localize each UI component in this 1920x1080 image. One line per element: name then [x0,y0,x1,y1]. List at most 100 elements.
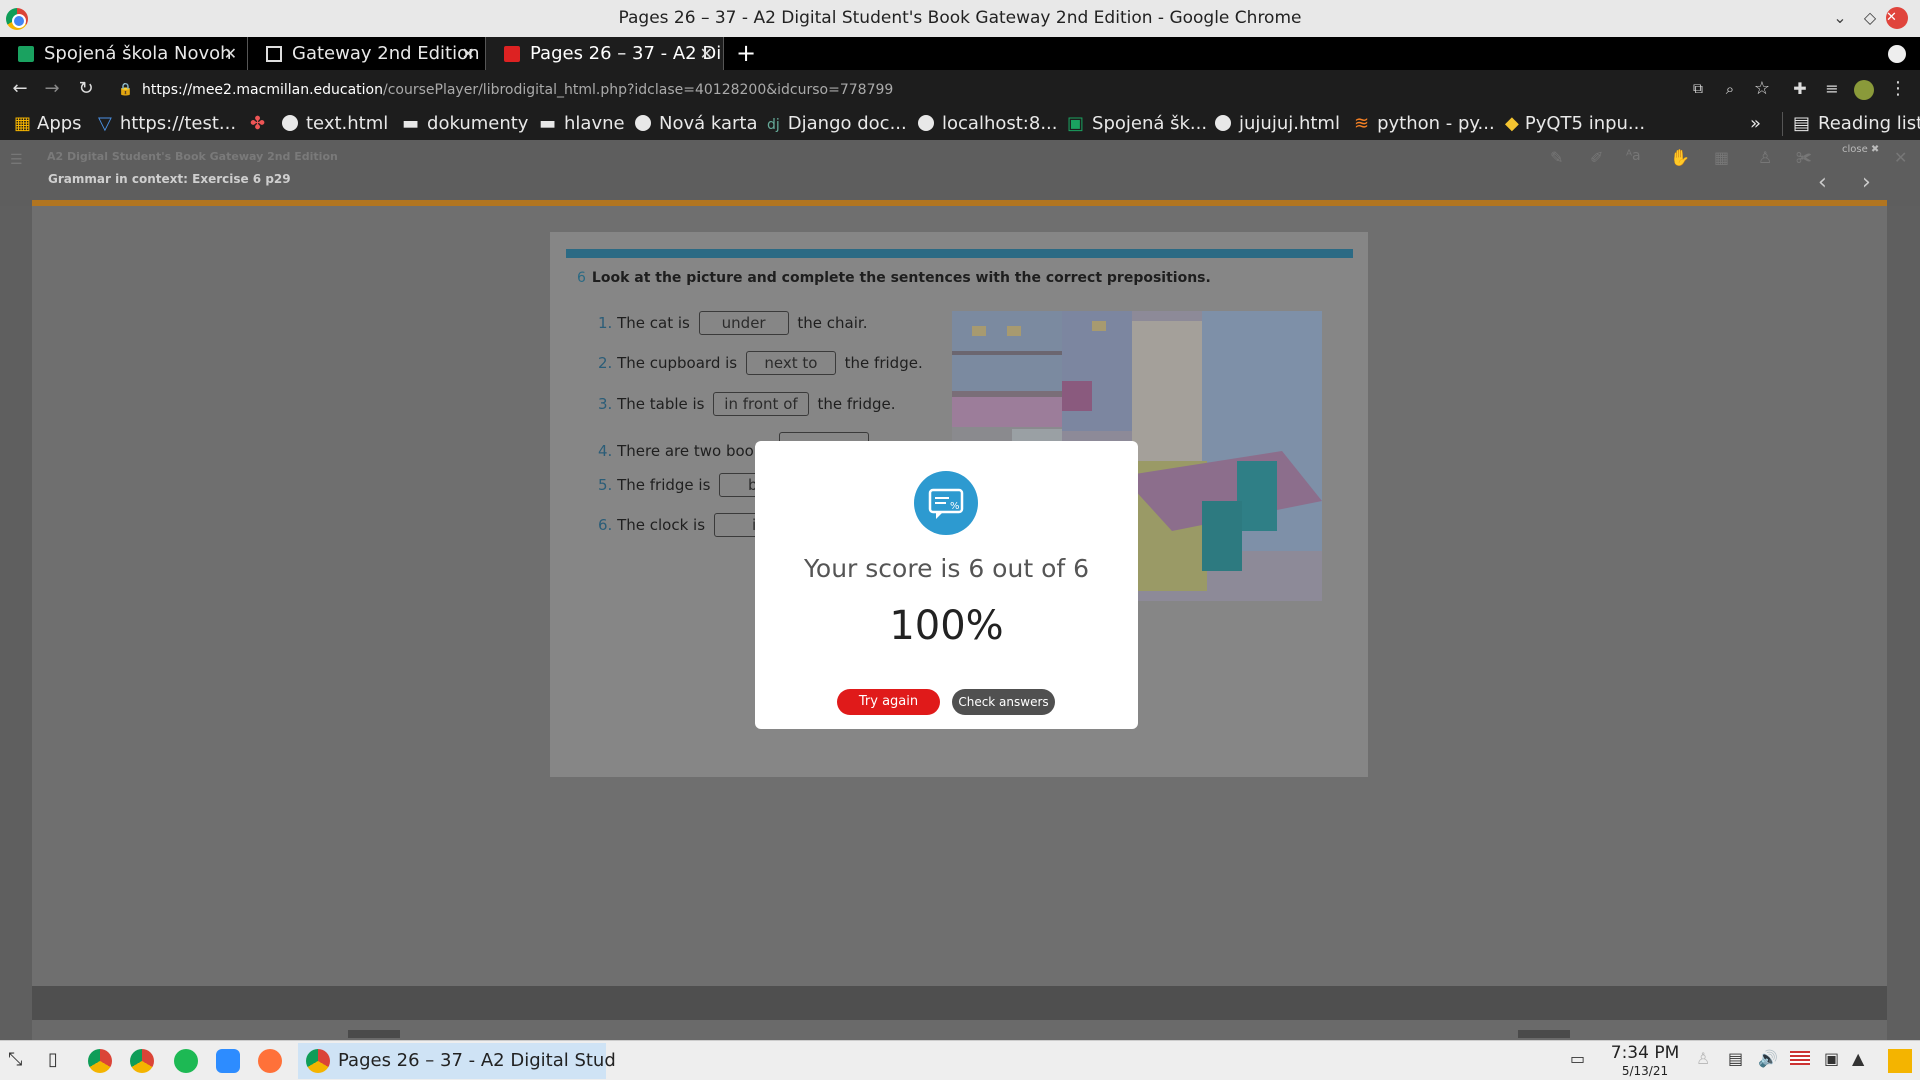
volume-icon[interactable]: 🔊 [1758,1049,1778,1068]
show-desktop-icon[interactable]: ▭ [1570,1049,1585,1068]
exercise-title: Grammar in context: Exercise 6 p29 [48,172,291,186]
network-icon[interactable]: ▣ [1824,1049,1839,1068]
scrollbar-thumb-right[interactable] [1518,1030,1570,1038]
try-again-button[interactable]: Try again [837,689,940,715]
clipboard-icon[interactable]: ▤ [1728,1049,1743,1068]
globe-icon [918,115,934,131]
bookmark-text-html[interactable]: text.html [282,112,388,136]
files-icon[interactable]: ▯ [48,1049,58,1070]
bookmark-jujujuj[interactable]: jujujuj.html [1215,112,1340,136]
gateway-favicon-icon [266,46,282,62]
launcher-icon[interactable]: ⤡ [8,1049,22,1070]
bookmark-arrow-icon: ▽ [98,113,112,134]
close-tab-icon[interactable]: ✕ [700,37,713,70]
chrome-taskbar-icon[interactable] [88,1049,112,1073]
forward-icon[interactable]: → [40,77,64,101]
back-icon[interactable]: ← [8,77,32,101]
profile-avatar[interactable] [1854,80,1874,100]
horizontal-scrollbar[interactable] [32,1020,1887,1040]
reading-queue-icon[interactable]: ≡ [1820,77,1844,101]
answer-field[interactable]: next to [745,351,836,375]
pen-icon[interactable]: ✎ [1550,148,1563,167]
grid-icon[interactable]: ▦ [1714,148,1729,167]
bookmark-pyqt5[interactable]: ◆ PyQT5 inpu... [1505,112,1645,136]
zoom-app-icon[interactable] [216,1049,240,1073]
exercise-item: 3. The table is in front of the fridge. [598,392,895,416]
bookmark-test[interactable]: ▽ https://test... [98,112,236,136]
answer-field[interactable]: under [698,311,789,335]
check-answers-button[interactable]: Check answers [952,689,1055,715]
text-tool-icon[interactable]: ᴬa [1626,148,1641,164]
firefox-icon[interactable] [258,1049,282,1073]
taskbar-active-window[interactable]: Pages 26 – 37 - A2 Digital Stud [298,1043,616,1079]
hand-icon[interactable]: ✋ [1670,148,1690,167]
user-icon[interactable]: ♙ [1696,1049,1710,1068]
sheet-icon: ▣ [1067,113,1085,134]
bookmark-pinwheel[interactable]: ✤ [250,112,265,136]
close-tab-icon[interactable]: ✕ [224,37,237,70]
close-button[interactable]: close ✖ [1842,144,1879,155]
bookmark-django[interactable]: dj Django doc... [767,112,907,136]
zoom-icon[interactable]: ⌕ [1718,77,1742,101]
url-host: https://mee2.macmillan.education [142,82,383,98]
us-flag-icon[interactable] [1790,1051,1810,1065]
scrollbar-thumb-left[interactable] [348,1030,400,1038]
person-icon[interactable]: ♙ [1758,148,1772,167]
bookmark-apps[interactable]: ▦ Apps [14,112,82,136]
exercise-instruction: 6 Look at the picture and complete the se… [577,270,1211,286]
chrome-alt-taskbar-icon[interactable] [130,1049,154,1073]
window-title: Pages 26 – 37 - A2 Digital Student's Boo… [618,8,1302,28]
spotify-icon[interactable] [174,1049,198,1073]
bookmark-localhost[interactable]: localhost:8... [918,112,1057,136]
pencil-icon[interactable]: ✐ [1590,148,1603,167]
tab-search-icon[interactable] [1888,45,1906,63]
minimize-icon[interactable]: ⌄ [1828,6,1852,30]
close-tab-icon[interactable]: ✕ [462,37,475,70]
tab-pages-26-37[interactable]: Pages 26 – 37 - A2 Di ✕ [486,37,724,70]
more-bookmarks-icon[interactable]: » [1750,112,1761,136]
apps-grid-icon: ▦ [14,113,32,134]
tray-expand-icon[interactable]: ▲ [1852,1049,1864,1068]
bookmark-dokumenty[interactable]: ▬ dokumenty [402,112,528,136]
bookmark-spojena[interactable]: ▣ Spojená šk... [1067,112,1207,136]
reload-icon[interactable]: ↻ [74,77,98,101]
score-percent: 100% [889,603,1004,649]
new-tab-icon[interactable]: + [736,37,756,70]
extensions-icon[interactable]: ✚ [1788,77,1812,101]
python-icon: ◆ [1505,113,1519,134]
sheet-favicon-icon [18,46,34,62]
stage-footer [32,986,1887,1020]
exercise-number: 6 [577,270,586,286]
menu-kebab-icon[interactable]: ⋮ [1886,77,1910,101]
notification-icon[interactable] [1888,1049,1912,1073]
bookmark-nova-karta[interactable]: Nová karta [635,112,758,136]
book-title: A2 Digital Student's Book Gateway 2nd Ed… [47,150,338,163]
close-window-icon[interactable]: ✕ [1886,7,1908,29]
window-titlebar: Pages 26 – 37 - A2 Digital Student's Boo… [0,0,1920,37]
bookmark-star-icon[interactable]: ☆ [1750,77,1774,101]
tab-gateway[interactable]: Gateway 2nd Edition ✕ [248,37,486,70]
tools-icon[interactable]: ✀ [1796,148,1812,168]
exercise-item: 1. The cat is under the chair. [598,311,867,335]
clock-time[interactable]: 7:34 PM [1600,1043,1690,1063]
answer-field[interactable]: in front of [713,392,809,416]
tab-spojena-skola[interactable]: Spojená škola Novoh ✕ [0,37,248,70]
bookmarks-bar: ▦ Apps ▽ https://test... ✤ text.html ▬ doku… [0,108,1920,140]
pinwheel-icon: ✤ [250,113,266,134]
stackoverflow-icon: ≋ [1354,113,1370,134]
menu-icon[interactable]: ☰ [10,152,23,168]
chat-score-icon: % [914,471,978,535]
maximize-icon[interactable]: ◇ [1858,6,1882,30]
prev-page-icon[interactable]: ‹ [1818,170,1827,195]
globe-icon [635,115,651,131]
card-header-bar [566,249,1353,258]
next-page-icon[interactable]: › [1862,170,1871,195]
bookmark-hlavne[interactable]: ▬ hlavne [539,112,625,136]
translate-icon[interactable]: ⧉ [1686,77,1710,101]
bookmark-python[interactable]: ≋ python - py... [1354,112,1495,136]
right-margin [1887,140,1920,1040]
address-bar[interactable]: https://mee2.macmillan.education/courseP… [112,77,1652,103]
close-x-icon[interactable]: ✕ [1894,148,1907,167]
reading-list[interactable]: ▤ Reading list [1782,112,1920,136]
svg-text:%: % [950,501,960,512]
